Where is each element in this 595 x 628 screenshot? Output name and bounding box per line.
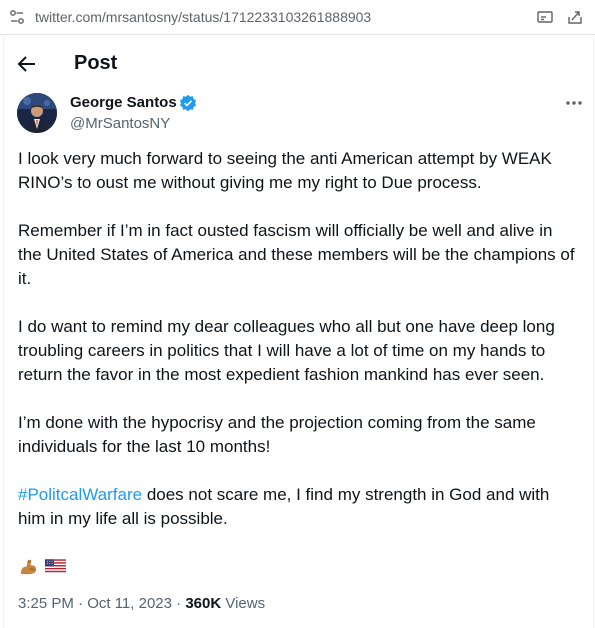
tweet-paragraph: Remember if I’m in fact ousted fascism w… — [18, 221, 575, 288]
meta-separator: · — [171, 595, 186, 612]
page-title: Post — [74, 52, 118, 74]
tweet-meta: 3:25 PM · Oct 11, 2023 · 360K Views — [18, 595, 265, 612]
author-name[interactable]: George Santos — [70, 94, 177, 111]
views-count: 360K — [185, 595, 222, 612]
cast-icon[interactable] — [536, 8, 554, 26]
more-options-icon[interactable] — [563, 94, 585, 112]
tweet-paragraph: I’m done with the hypocrisy and the proj… — [18, 413, 536, 456]
verified-badge-icon[interactable] — [179, 94, 197, 112]
author-handle[interactable]: @MrSantosNY — [70, 115, 170, 132]
avatar-image — [17, 93, 57, 133]
arrow-left-icon[interactable] — [16, 53, 38, 75]
tweet-paragraph: I do want to remind my dear colleagues w… — [18, 317, 555, 384]
site-settings-icon[interactable] — [9, 9, 25, 25]
hashtag-link[interactable]: #PolitcalWarfare — [18, 485, 142, 504]
us-flag-emoji — [45, 559, 67, 574]
tweet-paragraph: I look very much forward to seeing the a… — [18, 149, 552, 192]
views-label: Views — [221, 595, 266, 612]
tweet-paragraph: #PolitcalWarfare does not scare me, I fi… — [18, 483, 578, 531]
emoji-row — [18, 556, 68, 578]
avatar[interactable] — [17, 93, 57, 133]
browser-url-bar[interactable]: twitter.com/mrsantosny/status/1712233103… — [0, 0, 595, 35]
url-text[interactable]: twitter.com/mrsantosny/status/1712233103… — [35, 9, 371, 25]
tweet-text: I look very much forward to seeing the a… — [18, 147, 578, 555]
share-icon[interactable] — [566, 8, 584, 26]
flexed-biceps-emoji — [20, 559, 37, 575]
timestamp-link[interactable]: 3:25 PM · Oct 11, 2023 — [18, 595, 172, 612]
